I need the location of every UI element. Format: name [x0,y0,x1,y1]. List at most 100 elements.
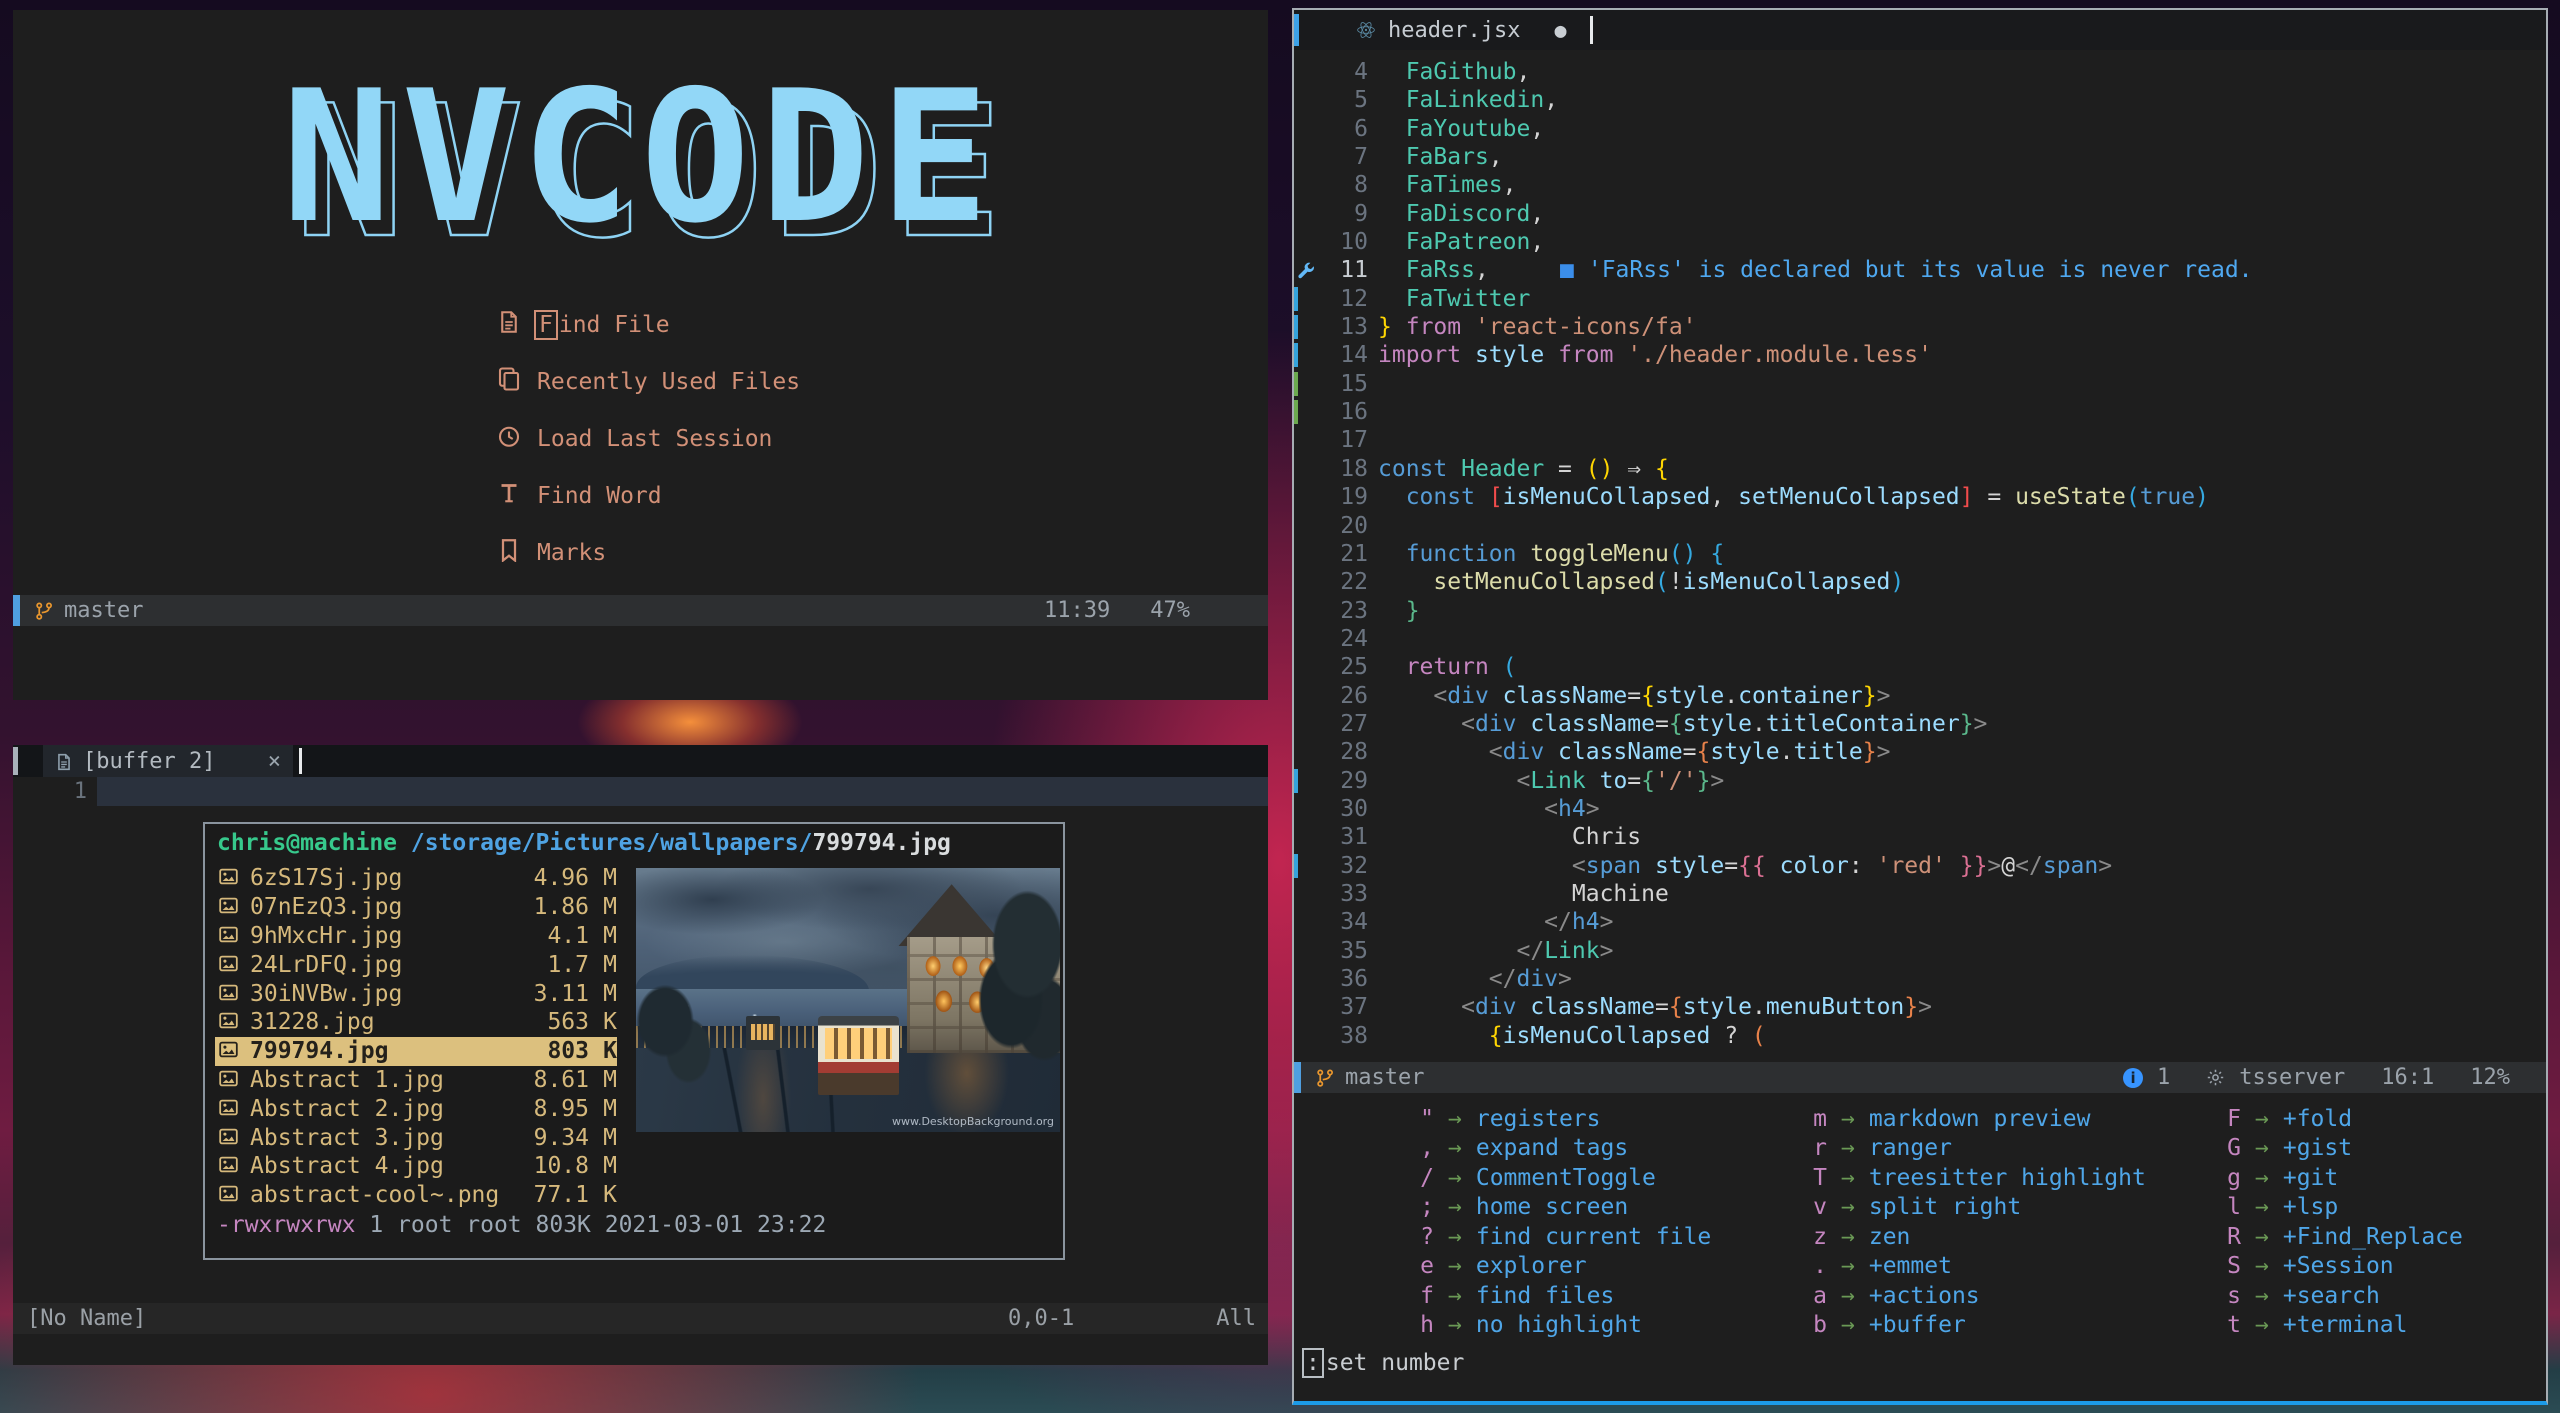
line-number: 30 [1340,795,1368,822]
dashboard-item-load-last-session[interactable]: Load Last Session [497,410,800,467]
dashboard-item-label: Load Last Session [537,425,773,452]
dashboard-statusline: master 11:39 47% [13,595,1268,626]
code-text: } from 'react-icons/fa' [1378,314,1697,341]
whichkey-label: registers [1475,1105,1601,1132]
whichkey-binding[interactable]: s → +search [2044,1281,2463,1311]
file-row[interactable]: 07nEzQ3.jpg 1.86 M [215,893,617,922]
path-label: /storage/Pictures/wallpapers/ [397,830,813,856]
file-row[interactable]: 24LrDFQ.jpg 1.7 M [215,950,617,979]
whichkey-binding[interactable]: " → registers [1294,1104,1711,1134]
file-row[interactable]: Abstract 1.jpg 8.61 M [215,1066,617,1095]
dashboard-item-recently-used-files[interactable]: Recently Used Files [497,353,800,410]
file-row[interactable]: 6zS17Sj.jpg 4.96 M [215,864,617,893]
whichkey-binding[interactable]: G → +gist [2044,1134,2463,1164]
buffer-window[interactable]: [buffer 2] × 1 chris@machine /storage/Pi… [13,745,1268,1365]
code-editor-area[interactable]: 4 FaGithub, 5 FaLinkedin, 6 FaYoutube, 7 Fa… [1294,58,2546,1050]
image-icon [219,952,250,978]
file-row[interactable]: 799794.jpg 803 K [215,1036,617,1066]
file-size: 3.11 [533,980,589,1007]
image-icon [219,923,250,949]
buffer-line-1[interactable]: 1 [13,777,1268,806]
code-line-27: 27 <div className={style.titleContainer}… [1294,710,2546,738]
whichkey-binding[interactable]: l → +lsp [2044,1193,2463,1223]
whichkey-binding[interactable]: h → no highlight [1294,1311,1711,1341]
react-icon [1356,20,1376,40]
file-row[interactable]: Abstract 2.jpg 8.95 M [215,1094,617,1123]
code-text: } [1405,597,1420,624]
dashboard-window[interactable]: NVCODE NVCODE Find File Recently Used Fil… [13,10,1268,700]
whichkey-binding[interactable]: f → find files [1294,1281,1711,1311]
code-text: return ( [1405,654,1517,681]
whichkey-binding[interactable]: ? → find current file [1294,1222,1711,1252]
tabline-cursor [1590,16,1593,44]
code-text: {isMenuCollapsed ? ( [1488,1022,1766,1049]
editor-window[interactable]: header.jsx ● 4 FaGithub, 5 FaLinkedin, 6 F… [1292,8,2548,1405]
file-name: abstract-cool~.png [250,1182,500,1209]
whichkey-binding[interactable]: , → expand tags [1294,1134,1711,1164]
arrow-icon: → [2255,1223,2269,1250]
painting-tree [966,889,1060,1074]
code-text: <div className={style.container}> [1433,682,1891,709]
file-size-unit: M [603,865,617,892]
arrow-icon: → [1841,1282,1855,1309]
dashboard-item-find-word[interactable]: Find Word [497,467,800,524]
line-number: 33 [1340,880,1368,907]
whichkey-binding[interactable]: R → +Find_Replace [2044,1222,2463,1252]
file-row[interactable]: 31228.jpg 563 K [215,1008,617,1037]
file-name: Abstract 1.jpg [250,1066,444,1093]
command-line[interactable]: : set number [1302,1348,1464,1378]
whichkey-key: z [1813,1223,1827,1250]
whichkey-label: ranger [1868,1135,1952,1162]
file-row[interactable]: 30iNVBw.jpg 3.11 M [215,979,617,1008]
line-number: 27 [1340,710,1368,737]
file-row[interactable]: Abstract 3.jpg 9.34 M [215,1123,617,1152]
whichkey-binding[interactable]: F → +fold [2044,1104,2463,1134]
tab-buffer-2[interactable]: [buffer 2] × [43,745,293,777]
code-text: <h4> [1544,795,1600,822]
whichkey-binding[interactable]: t → +terminal [2044,1311,2463,1341]
file-row[interactable]: Abstract 4.jpg 10.8 M [215,1152,617,1181]
close-icon[interactable]: × [268,749,281,774]
file-row[interactable]: 9hMxcHr.jpg 4.1 M [215,922,617,951]
command-text: set number [1325,1350,1465,1376]
file-size-unit: M [603,951,617,978]
whichkey-key: G [2227,1135,2241,1162]
code-text: FaTimes, [1405,172,1517,199]
dashboard-item-marks[interactable]: Marks [497,524,800,581]
whichkey-binding[interactable]: / → CommentToggle [1294,1163,1711,1193]
whichkey-key: f [1420,1282,1434,1309]
line-number: 34 [1340,909,1368,936]
dashboard-item-label: Find File [534,309,670,340]
code-line-38: 38 {isMenuCollapsed ? ( [1294,1022,2546,1050]
line-number: 25 [1340,654,1368,681]
whichkey-column: " → registers, → expand tags / → CommentToggle;… [1294,1104,1711,1340]
code-line-5: 5 FaLinkedin, [1294,86,2546,114]
line-number: 24 [1340,625,1368,652]
file-row[interactable]: abstract-cool~.png 77.1 K [215,1181,617,1210]
tab-header-jsx[interactable]: header.jsx [1388,18,1520,43]
whichkey-binding[interactable]: S → +Session [2044,1252,2463,1282]
code-line-16: 16 [1294,398,2546,426]
diagnostic-square-icon: ■ [1560,257,1574,284]
code-text: <div className={style.title}> [1488,739,1891,766]
line-number: 5 [1354,87,1368,114]
painting-cable-car-small [746,1015,781,1051]
buffer-statusline: [No Name] 0,0-1 All [13,1303,1268,1334]
whichkey-key: v [1813,1194,1827,1221]
code-text: FaRss, [1405,257,1489,284]
whichkey-binding[interactable]: ; → home screen [1294,1193,1711,1223]
tab-label: [buffer 2] [83,748,216,774]
line-number: 12 [1340,285,1368,312]
whichkey-binding[interactable]: e → explorer [1294,1252,1711,1282]
scroll-percent-label: 12% [2470,1065,2510,1090]
arrow-icon: → [1448,1194,1462,1221]
git-branch-label: master [64,598,144,623]
code-line-34: 34 </h4> [1294,908,2546,936]
code-line-9: 9 FaDiscord, [1294,200,2546,228]
whichkey-binding[interactable]: g → +git [2044,1163,2463,1193]
dashboard-item-find-file[interactable]: Find File [497,296,800,353]
code-line-35: 35 </Link> [1294,937,2546,965]
image-icon [219,981,250,1007]
line-number: 1 [73,779,87,804]
image-icon [219,1067,250,1093]
